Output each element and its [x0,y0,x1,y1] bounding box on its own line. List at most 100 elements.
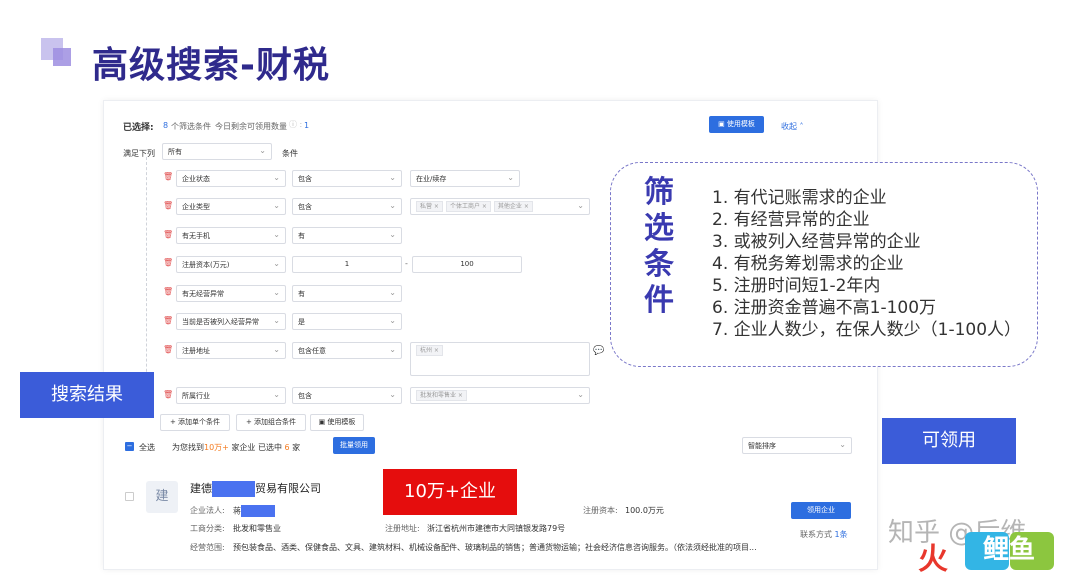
trash-icon[interactable]: 🗑 [163,345,173,354]
slide-title: 高级搜索-财税 [92,45,330,86]
scope-label: 经营范围: [190,543,225,552]
tag[interactable]: 其他企业 × [493,201,533,212]
batch-claim-button[interactable]: 批量领用 [333,437,375,454]
company-avatar: 建 [146,481,178,513]
value-multiselect[interactable]: 私营 × 个体工商户 × 其他企业 × ⌄ [410,198,590,215]
trash-icon[interactable]: 🗑 [163,230,173,239]
trash-icon[interactable]: 🗑 [163,172,173,181]
condition-tree-line [146,157,147,407]
tag[interactable]: 私营 × [416,201,443,212]
trash-icon[interactable]: 🗑 [163,390,173,399]
chevron-down-icon: ⌄ [389,316,396,325]
chevron-down-icon: ⌄ [389,390,396,399]
quota-value: 1 [304,121,310,130]
condition-item: 1. 有代记账需求的企业 [712,188,887,208]
callout-heading: 筛选条件 [644,175,674,318]
condition-item: 6. 注册资金普遍不高1-100万 [712,298,937,318]
address-label: 注册地址: [385,524,420,533]
operator-select[interactable]: 包含 ⌄ [292,198,402,215]
watermark-logo: 火 [918,542,948,577]
chevron-down-icon: ⌄ [389,288,396,297]
claimable-label: 可领用 [882,418,1016,464]
chevron-down-icon: ⌄ [273,173,280,182]
help-icon[interactable]: ⓘ : [289,119,302,130]
collapse-link[interactable]: 收起 ˄ [781,121,804,132]
scope-value: 预包装食品、酒类、保健食品、文具、建筑材料、机械设备配件、玻璃制品的销售；普通货… [233,543,757,552]
operator-select[interactable]: 包含 ⌄ [292,387,402,404]
chevron-down-icon: ⌄ [273,230,280,239]
field-select[interactable]: 企业类型 ⌄ [176,198,286,215]
tag[interactable]: 杭州 × [416,345,443,356]
condition-item: 5. 注册时间短1-2年内 [712,276,881,296]
chevron-down-icon: ⌄ [273,201,280,210]
field-select[interactable]: 注册地址 ⌄ [176,342,286,359]
min-input[interactable]: 1 [292,256,402,273]
comment-icon[interactable]: 💬 [593,346,604,356]
capital-label: 注册资本: [583,506,618,515]
value-select[interactable]: 在业/续存 ⌄ [410,170,520,187]
watermark-logo: 鲤鱼 [982,535,1035,565]
operator-select[interactable]: 是 ⌄ [292,313,402,330]
operator-select[interactable]: 包含任意 ⌄ [292,342,402,359]
search-results-label: 搜索结果 [20,372,154,418]
use-template-button[interactable]: ▣ 使用模板 [709,116,764,133]
condition-item: 7. 企业人数少，在保人数少（1-100人） [712,320,1022,340]
chevron-down-icon: ⌄ [839,440,846,449]
address-value: 浙江省杭州市建德市大同镇银发路79号 [427,524,566,533]
condition-item: 4. 有税务筹划需求的企业 [712,254,904,274]
chevron-down-icon: ⌄ [389,173,396,182]
plus-icon: + [169,418,179,426]
field-select[interactable]: 企业状态 ⌄ [176,170,286,187]
chevron-down-icon: ⌄ [273,345,280,354]
field-select[interactable]: 当前是否被列入经营异常 ⌄ [176,313,286,330]
field-select[interactable]: 注册资本(万元) ⌄ [176,256,286,273]
quota-label: 今日剩余可领用数量 [215,122,287,131]
chevron-down-icon: ⌄ [507,173,514,182]
chevron-down-icon: ⌄ [259,146,266,155]
claim-company-button[interactable]: 领用企业 [791,502,851,519]
match-select[interactable]: 所有 ⌄ [162,143,272,160]
range-separator: - [405,259,408,268]
sort-select[interactable]: 智能排序 ⌄ [742,437,852,454]
operator-select[interactable]: 有 ⌄ [292,227,402,244]
trash-icon[interactable]: 🗑 [163,287,173,296]
operator-select[interactable]: 包含 ⌄ [292,170,402,187]
field-select[interactable]: 有无手机 ⌄ [176,227,286,244]
trash-icon[interactable]: 🗑 [163,258,173,267]
max-input[interactable]: 100 [412,256,522,273]
value-multiselect[interactable]: 批发和零售业 × ⌄ [410,387,590,404]
condition-item: 3. 或被列入经营异常的企业 [712,232,921,252]
condition-item: 2. 有经营异常的企业 [712,210,870,230]
chevron-up-icon: ˄ [797,122,804,131]
results-summary: 为您找到10万+ 家企业 已选中 6 家 [172,443,301,452]
title-decoration [53,48,71,66]
chevron-down-icon: ⌄ [273,316,280,325]
redaction-block [241,505,275,517]
company-checkbox[interactable] [125,492,134,501]
chevron-down-icon: ⌄ [273,288,280,297]
legal-value: 蒋 [233,505,275,517]
redaction-block [212,481,255,497]
select-all-checkbox[interactable]: − [125,442,134,451]
company-name[interactable]: 建德 贸易有限公司 [190,480,321,497]
template-icon: ▣ [718,120,727,128]
chevron-down-icon: ⌄ [273,390,280,399]
operator-select[interactable]: 有 ⌄ [292,285,402,302]
chevron-down-icon: ⌄ [273,259,280,268]
use-template-bottom-button[interactable]: ▣ 使用模板 [310,414,364,431]
add-single-condition-button[interactable]: + 添加单个条件 [160,414,230,431]
trash-icon[interactable]: 🗑 [163,201,173,210]
trash-icon[interactable]: 🗑 [163,316,173,325]
tag[interactable]: 个体工商户 × [445,201,491,212]
value-multiselect[interactable]: 杭州 × [410,342,590,376]
field-select[interactable]: 所属行业 ⌄ [176,387,286,404]
add-group-condition-button[interactable]: + 添加组合条件 [236,414,306,431]
chevron-down-icon: ⌄ [389,230,396,239]
chevron-down-icon: ⌄ [577,201,584,210]
tag[interactable]: 批发和零售业 × [416,390,467,401]
select-all-label: 全选 [139,443,155,452]
selected-count-suffix: 个筛选条件 [171,122,211,131]
condition-label: 条件 [282,149,298,158]
field-select[interactable]: 有无经营异常 ⌄ [176,285,286,302]
contact-info: 联系方式 1条 [800,530,848,539]
